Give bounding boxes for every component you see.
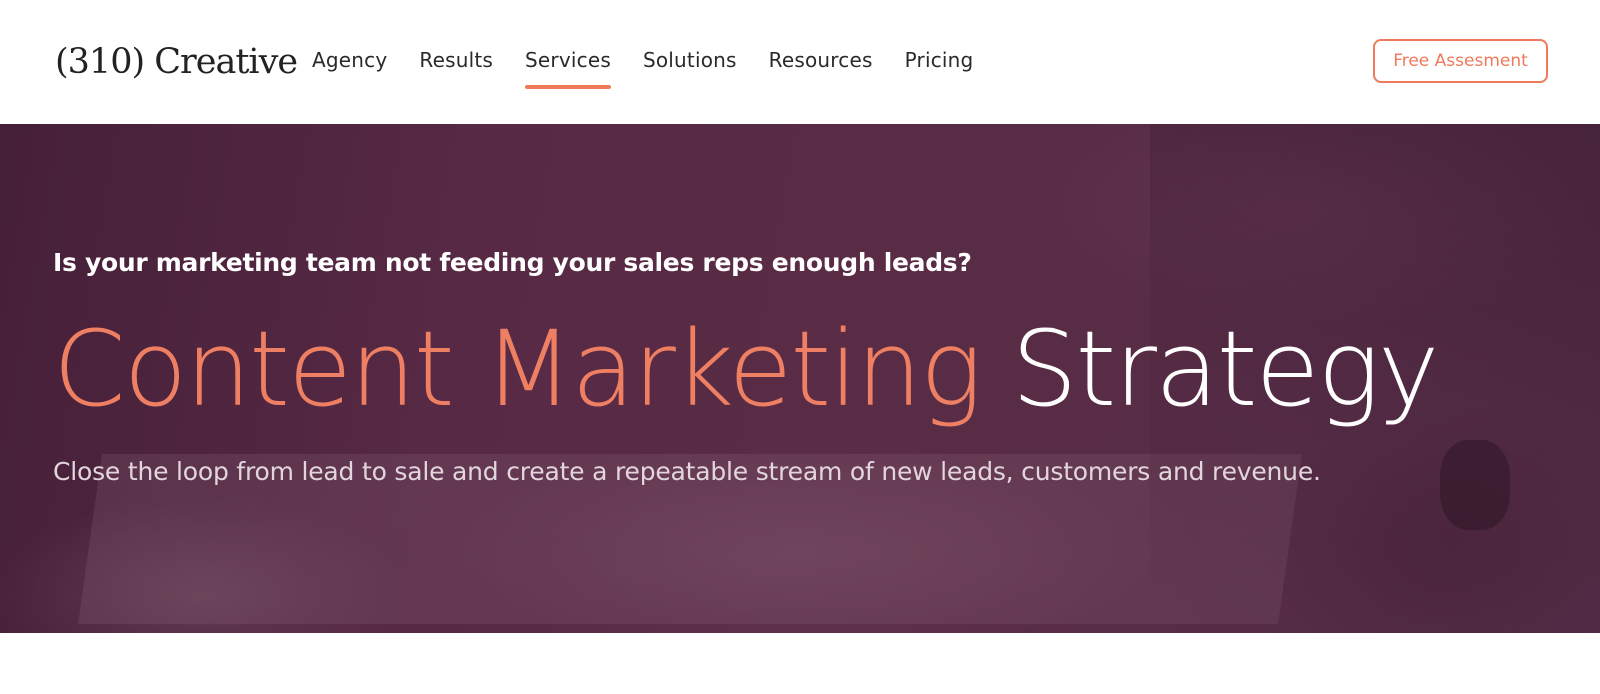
hero-headline: Content Marketing Strategy xyxy=(53,304,1439,434)
nav-item-results[interactable]: Results xyxy=(419,46,493,90)
logo[interactable]: (310) Creative xyxy=(55,40,298,84)
hero-subtitle: Close the loop from lead to sale and cre… xyxy=(53,457,1321,486)
site-header: (310) Creative Agency Results Services S… xyxy=(0,0,1600,124)
main-nav: Agency Results Services Solutions Resour… xyxy=(312,46,1005,90)
headline-accent: Content Marketing xyxy=(53,308,982,430)
headline-rest: Strategy xyxy=(1011,308,1439,430)
hero-banner: Is your marketing team not feeding your … xyxy=(0,124,1600,633)
hero-eyebrow: Is your marketing team not feeding your … xyxy=(53,248,972,277)
free-assessment-button[interactable]: Free Assesment xyxy=(1373,39,1548,83)
nav-item-services[interactable]: Services xyxy=(525,46,611,90)
nav-item-pricing[interactable]: Pricing xyxy=(905,46,974,90)
nav-item-solutions[interactable]: Solutions xyxy=(643,46,737,90)
nav-item-agency[interactable]: Agency xyxy=(312,46,387,90)
nav-item-resources[interactable]: Resources xyxy=(769,46,873,90)
